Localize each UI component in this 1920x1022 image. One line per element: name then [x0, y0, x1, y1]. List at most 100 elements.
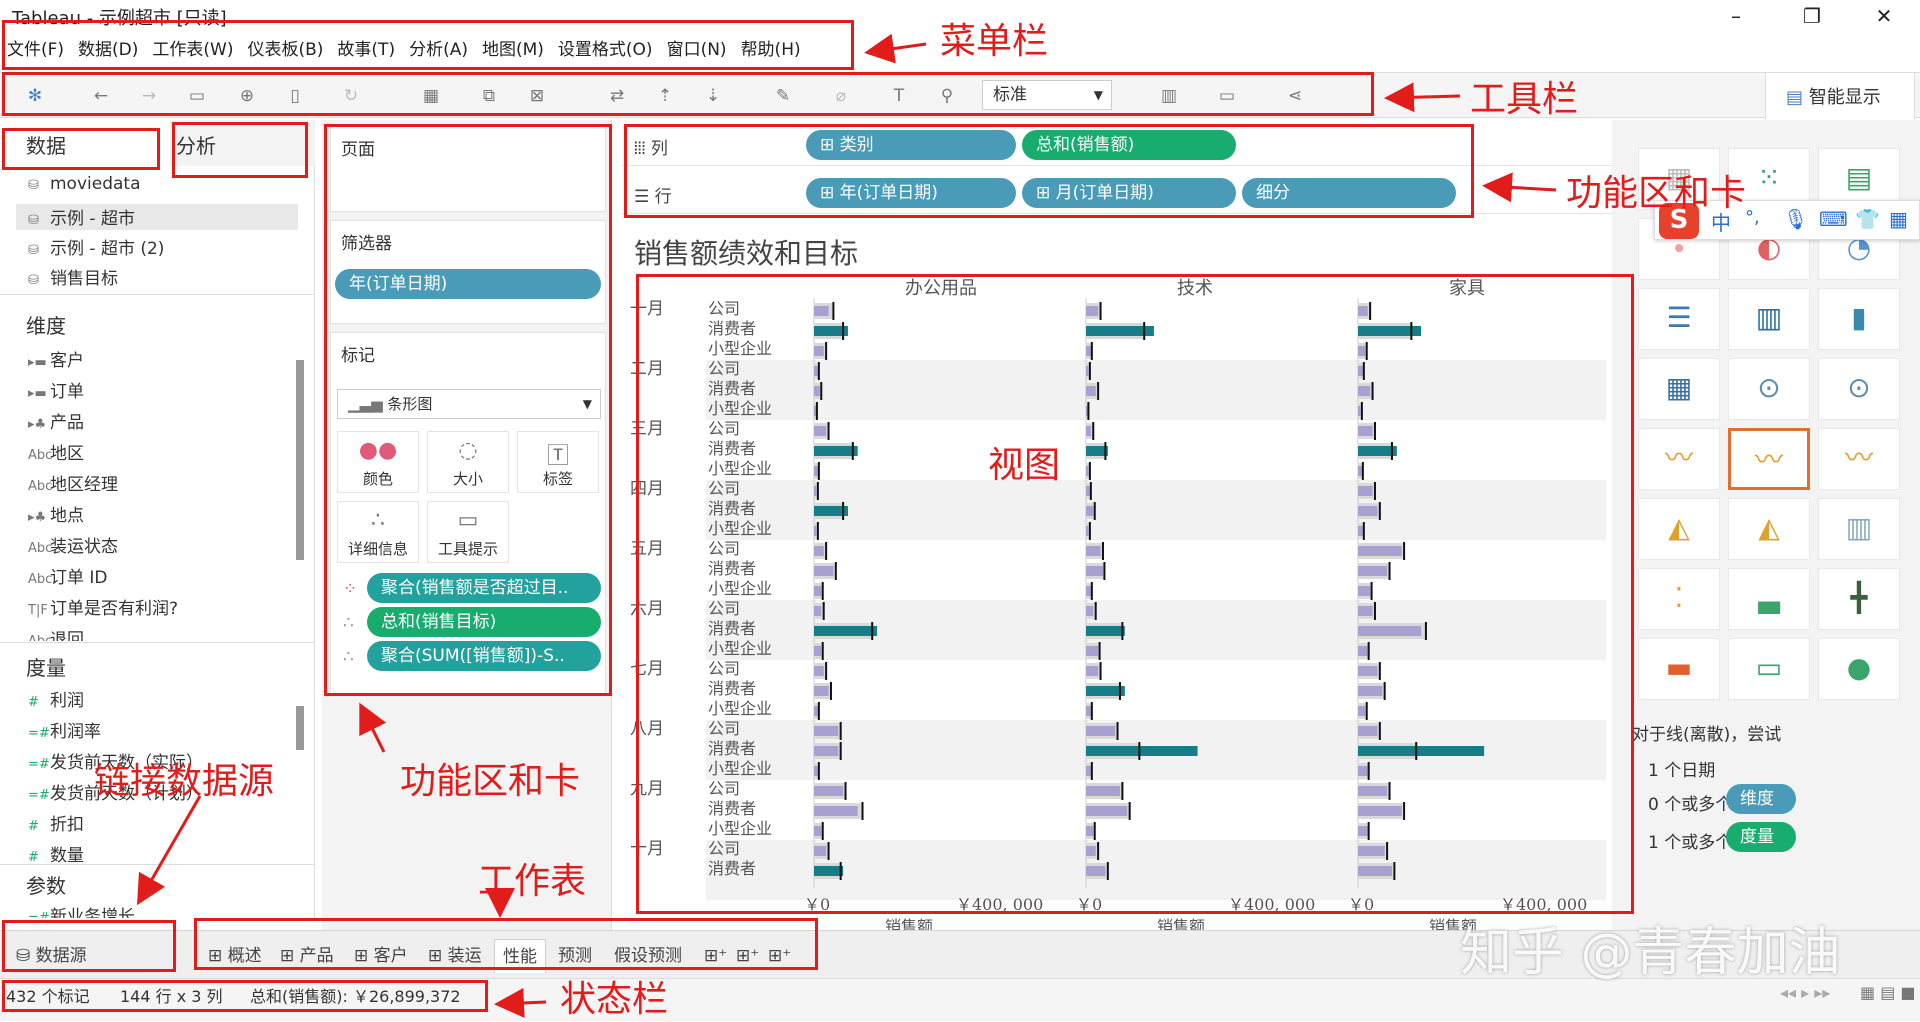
analysis-tab[interactable]: 分析: [170, 120, 315, 166]
minimize-icon[interactable]: –: [1716, 2, 1756, 30]
tab-whatif[interactable]: 假设预测: [606, 939, 690, 973]
column-pill-category[interactable]: ⊞ 类别: [806, 130, 1016, 160]
dimension-item[interactable]: Abc地区经理: [28, 470, 118, 495]
tab-shipping[interactable]: ⊞ 装运: [420, 939, 490, 973]
pin-icon[interactable]: ⚲: [934, 83, 960, 109]
showme-packed-bubbles-icon[interactable]: ●: [1818, 638, 1900, 700]
page-nav-icon[interactable]: ◂◂ ▸ ▸▸: [1780, 983, 1830, 1002]
showme-box-whisker-icon[interactable]: ╋: [1818, 568, 1900, 630]
rows-shelf[interactable]: ☰ 行 ⊞ 年(订单日期) ⊞ 月(订单日期) 细分: [622, 172, 1612, 214]
close-icon[interactable]: ✕: [1864, 2, 1904, 30]
showme-histogram-icon[interactable]: ▃: [1728, 568, 1810, 630]
highlight-icon[interactable]: ✎: [770, 83, 796, 109]
showme-tab[interactable]: ▤ 智能显示: [1765, 72, 1915, 124]
maximize-icon[interactable]: ❐: [1792, 2, 1832, 30]
ime-mode[interactable]: 中: [1711, 207, 1731, 236]
measure-item[interactable]: # 利润: [28, 686, 84, 711]
ime-punct[interactable]: °,: [1745, 207, 1760, 228]
show-cards-icon[interactable]: ▥: [1156, 83, 1182, 109]
columns-shelf[interactable]: ⦙⦙⦙ 列 ⊞ 类别 总和(销售额): [622, 124, 1612, 166]
tab-customers[interactable]: ⊞ 客户: [346, 939, 416, 973]
mark-pill-detail[interactable]: 总和(销售目标): [367, 607, 601, 637]
keyboard-icon[interactable]: ⌨: [1819, 207, 1848, 231]
apps-icon[interactable]: ▦: [1889, 207, 1908, 231]
measure-item[interactable]: =#发货前天数（实际）: [28, 748, 203, 773]
datasource-item[interactable]: ⛁ 销售目标: [28, 264, 118, 289]
duplicate-sheet-icon[interactable]: ⧉: [476, 83, 502, 109]
showme-side-by-side-circles-icon[interactable]: ⊙: [1818, 358, 1900, 420]
mark-pill-detail[interactable]: 聚合(SUM([销售额])-S..: [367, 641, 601, 671]
skin-icon[interactable]: 👕: [1855, 207, 1880, 231]
filter-pill[interactable]: 年(订单日期): [335, 269, 601, 299]
showme-area-continuous-icon[interactable]: ◭: [1638, 498, 1720, 560]
showme-horizontal-bars-icon[interactable]: ☰: [1638, 288, 1720, 350]
group-icon[interactable]: ⌀: [828, 83, 854, 109]
menu-window[interactable]: 窗口(N): [660, 34, 734, 66]
dimensions-scrollbar[interactable]: [296, 360, 304, 560]
save-icon[interactable]: ▭: [184, 83, 210, 109]
data-tab[interactable]: 数据: [0, 120, 170, 166]
share-icon[interactable]: ⋖: [1282, 83, 1308, 109]
showme-gantt-icon[interactable]: ▬: [1638, 638, 1720, 700]
showme-side-by-side-bars-icon[interactable]: ▮: [1818, 288, 1900, 350]
showme-treemap-icon[interactable]: ▦: [1638, 358, 1720, 420]
row-pill-year[interactable]: ⊞ 年(订单日期): [806, 178, 1016, 208]
menu-dashboard[interactable]: 仪表板(B): [240, 34, 330, 66]
dimension-item[interactable]: Abc装运状态: [28, 532, 118, 557]
showme-bullet-graph-icon[interactable]: ▭: [1728, 638, 1810, 700]
filters-card[interactable]: 筛选器 年(订单日期): [330, 220, 606, 324]
pages-card[interactable]: 页面: [330, 126, 606, 212]
undo-icon[interactable]: ←: [88, 83, 114, 109]
measure-item[interactable]: =#利润率: [28, 717, 101, 742]
dimension-item[interactable]: T|F 订单是否有利润?: [28, 594, 178, 619]
detail-button[interactable]: ∴ 详细信息: [337, 501, 419, 563]
showme-continuous-lines-icon[interactable]: 〰: [1638, 428, 1720, 490]
showme-area-discrete-icon[interactable]: ◭: [1728, 498, 1810, 560]
tab-overview[interactable]: ⊞ 概述: [200, 939, 270, 973]
menu-file[interactable]: 文件(F): [0, 34, 71, 66]
measure-item[interactable]: # 数量: [28, 841, 84, 866]
mic-icon[interactable]: 🎙: [1783, 207, 1808, 231]
pause-update-icon[interactable]: ▯: [282, 83, 308, 109]
size-button[interactable]: ◌ 大小: [427, 431, 509, 493]
showme-circle-views-icon[interactable]: ⊙: [1728, 358, 1810, 420]
dimension-item[interactable]: Abc退回: [28, 625, 84, 641]
dimension-item[interactable]: Abc地区: [28, 439, 84, 464]
tab-products[interactable]: ⊞ 产品: [272, 939, 342, 973]
new-sheet-icon[interactable]: ▦: [418, 83, 444, 109]
dimension-item[interactable]: Abc订单 ID: [28, 563, 108, 588]
swap-icon[interactable]: ⇄: [604, 83, 630, 109]
ime-toolbar[interactable]: S 中 °, 🎙 ⌨ 👕 ▦: [1654, 200, 1920, 240]
tableau-logo-icon[interactable]: ✻: [22, 83, 48, 109]
mark-pill-color[interactable]: 聚合(销售额是否超过目..: [367, 573, 601, 603]
datasource-item[interactable]: ⛁ 示例 - 超市: [16, 204, 298, 230]
view-mode-icon[interactable]: ▦ ▤ ■: [1860, 983, 1916, 1002]
marks-card[interactable]: 标记 ▁▃▅ 条形图 ▼ ●● 颜色 ◌ 大小 🅃 标签 ∴ 详细信息 ▭ 工具提示 ⁘ 聚…: [330, 332, 606, 694]
redo-icon[interactable]: →: [136, 83, 162, 109]
tooltip-button[interactable]: ▭ 工具提示: [427, 501, 509, 563]
clear-sheet-icon[interactable]: ⊠: [524, 83, 550, 109]
measure-item[interactable]: =#发货前天数（计划）: [28, 779, 203, 804]
menu-story[interactable]: 故事(T): [330, 34, 402, 66]
datasource-item[interactable]: ⛁ moviedata: [28, 174, 141, 194]
mark-type-select[interactable]: ▁▃▅ 条形图 ▼: [337, 389, 601, 419]
menu-help[interactable]: 帮助(H): [734, 34, 808, 66]
label-button[interactable]: 🅃 标签: [517, 431, 599, 493]
showme-stacked-bars-icon[interactable]: ▥: [1728, 288, 1810, 350]
showme-discrete-lines-icon[interactable]: 〰: [1728, 428, 1810, 490]
label-icon[interactable]: T: [886, 83, 912, 109]
sort-desc-icon[interactable]: ⇣: [700, 83, 726, 109]
menu-map[interactable]: 地图(M): [475, 34, 551, 66]
parameter-item[interactable]: =#新业务增长: [28, 902, 135, 918]
color-button[interactable]: ●● 颜色: [337, 431, 419, 493]
dimension-item[interactable]: ▸▬ 订单: [28, 377, 84, 402]
measures-scrollbar[interactable]: [296, 706, 304, 750]
measure-item[interactable]: # 折扣: [28, 810, 84, 835]
menu-worksheet[interactable]: 工作表(W): [145, 34, 240, 66]
dimension-item[interactable]: ▸♣ 地点: [28, 501, 84, 526]
dimension-item[interactable]: ▸♣ 产品: [28, 408, 84, 433]
dimension-item[interactable]: ▸▬ 客户: [28, 346, 84, 371]
sort-asc-icon[interactable]: ⇡: [652, 83, 678, 109]
tab-datasource[interactable]: ⛁ 数据源: [8, 939, 95, 973]
menu-format[interactable]: 设置格式(O): [551, 34, 660, 66]
